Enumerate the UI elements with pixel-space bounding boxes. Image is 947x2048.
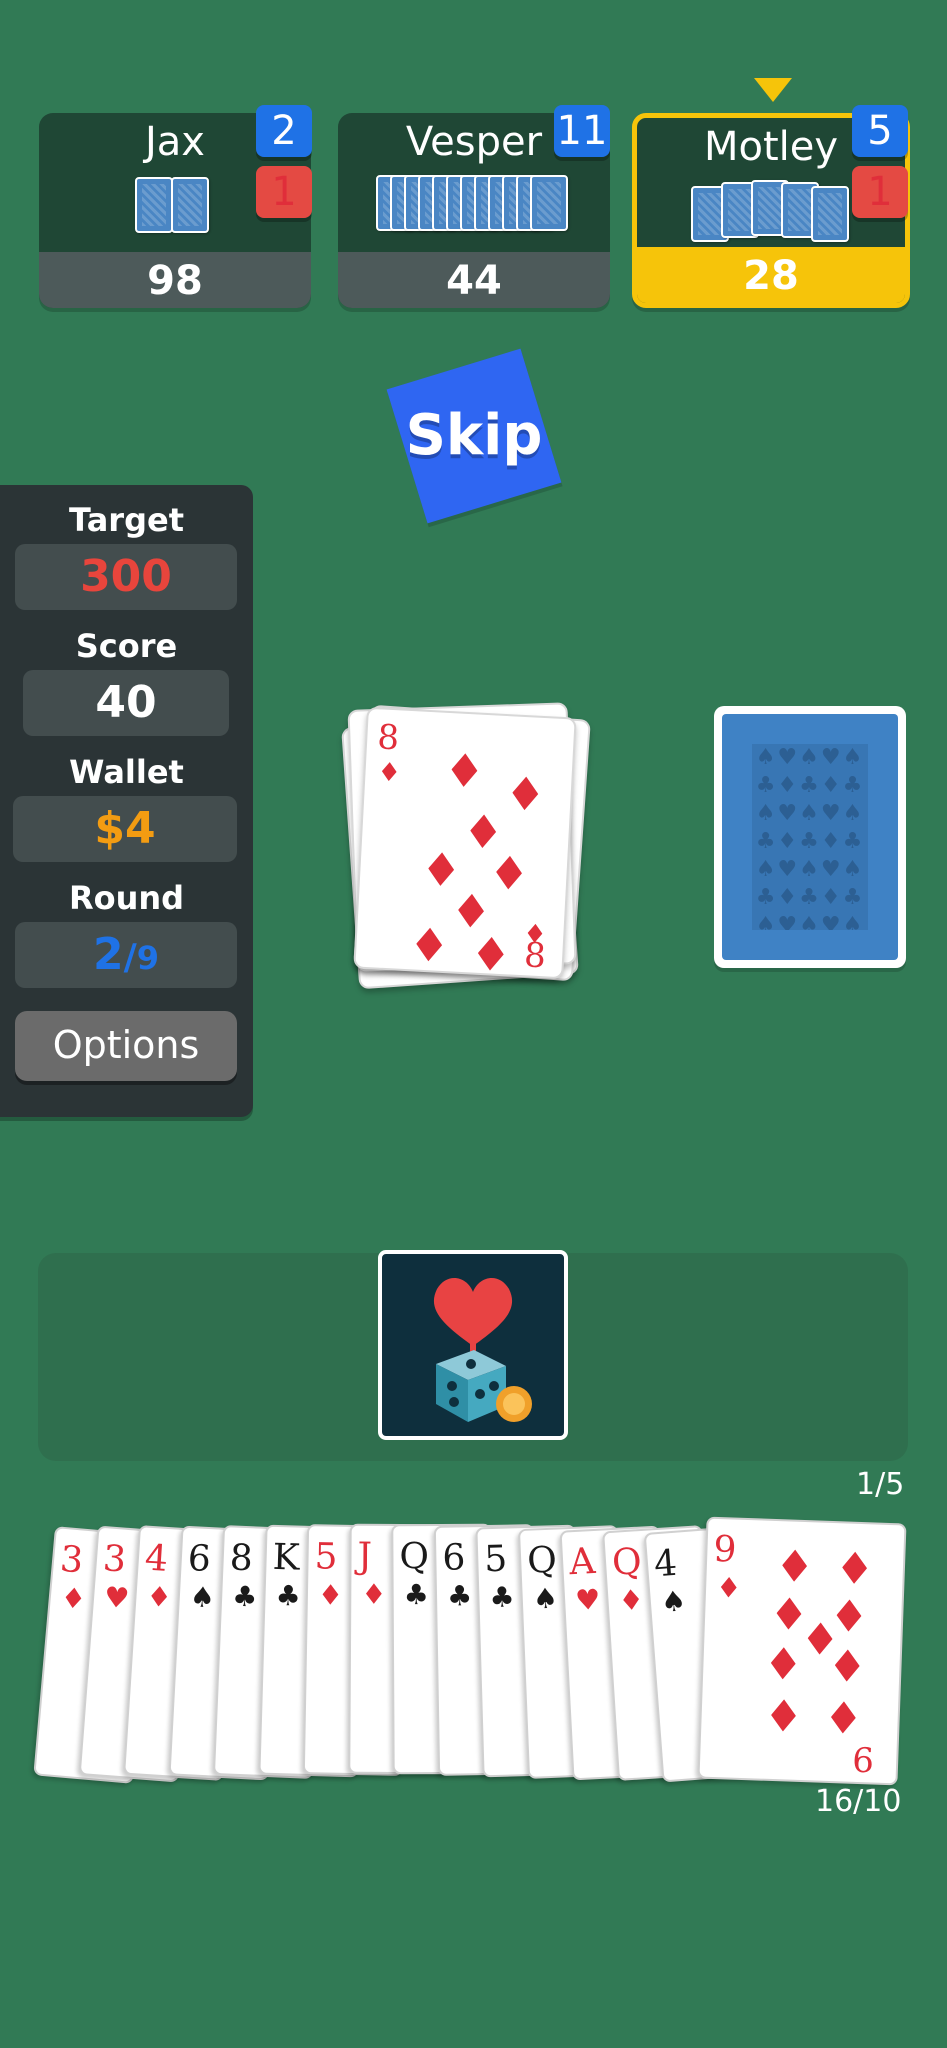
card-rank: 4 xyxy=(143,1537,170,1581)
skip-action-card: Skip xyxy=(386,348,562,524)
heart-dice-chip-icon xyxy=(433,1277,532,1422)
card-rank: 9 xyxy=(712,1528,738,1571)
opponent-card-count-badge: 5 xyxy=(852,105,908,157)
club-icon: ♣ xyxy=(488,1580,516,1615)
card-back-pattern-icon: ♠♥♠♥♠ ♣♦♣♦♣ ♠♥♠♥♠ ♣♦♣♦♣ ♠♥♠♥♠ ♣♦♣♦♣ ♠♥♠♥♠ xyxy=(752,744,868,930)
diamond-icon: ♦ xyxy=(317,1578,344,1612)
diamond-icon: ♦ xyxy=(503,766,548,823)
card-rank: J xyxy=(356,1536,372,1578)
card-rank: Q xyxy=(610,1541,643,1585)
diamond-icon: ♦ xyxy=(442,742,487,799)
opponent-penalty-badge: 1 xyxy=(852,166,908,218)
target-value: 300 xyxy=(15,544,237,610)
diamond-icon: ♦ xyxy=(826,1640,868,1694)
round-value: 2/9 xyxy=(15,922,237,988)
card-rank: Q xyxy=(399,1536,430,1578)
options-button[interactable]: Options xyxy=(15,1011,237,1081)
hand-card[interactable]: 9 ♦ ♦ ♦ ♦ ♦ ♦ ♦ ♦ ♦ ♦ 9 xyxy=(697,1516,907,1786)
active-turn-arrow-icon xyxy=(754,78,792,102)
hand-counter: 16/10 xyxy=(815,1784,902,1819)
club-icon: ♣ xyxy=(274,1578,301,1613)
card-rank-bottom: 9 xyxy=(851,1737,875,1779)
spade-icon: ♠ xyxy=(531,1581,559,1616)
wallet-value: $4 xyxy=(13,796,237,862)
opponent-hand-cards xyxy=(338,175,610,239)
round-label: Round xyxy=(68,879,185,917)
spade-icon: ♠ xyxy=(188,1579,216,1614)
card-rank: A xyxy=(568,1540,597,1583)
opponent-score: 44 xyxy=(338,252,610,308)
opponent-card-count-badge: 11 xyxy=(554,105,610,157)
diamond-icon: ♦ xyxy=(487,845,532,902)
round-separator: / xyxy=(123,937,137,978)
card-rank: 5 xyxy=(483,1538,508,1581)
skip-label: Skip xyxy=(405,403,543,468)
joker-counter: 1/5 xyxy=(856,1467,905,1502)
card-back: ♠♥♠♥♠ ♣♦♣♦♣ ♠♥♠♥♠ ♣♦♣♦♣ ♠♥♠♥♠ ♣♦♣♦♣ ♠♥♠♥♠ xyxy=(722,714,898,960)
round-total: 9 xyxy=(136,939,160,977)
card-rank: 3 xyxy=(58,1538,85,1582)
score-label: Score xyxy=(75,627,178,665)
card-rank: 3 xyxy=(101,1538,127,1581)
diamond-icon: ♦ xyxy=(59,1580,88,1617)
heart-icon: ♥ xyxy=(574,1582,602,1617)
club-icon: ♣ xyxy=(403,1578,429,1612)
card-rank: 8 xyxy=(228,1537,254,1580)
opponent-score: 98 xyxy=(39,252,311,308)
diamond-icon: ♦ xyxy=(145,1580,173,1615)
card-back-icon xyxy=(811,186,849,242)
opponent-card-count-badge: 2 xyxy=(256,105,312,157)
card-back-icon xyxy=(530,175,568,231)
wallet-label: Wallet xyxy=(69,753,184,791)
diamond-icon: ♦ xyxy=(468,926,513,983)
heart-icon: ♥ xyxy=(102,1580,131,1616)
diamond-icon: ♦ xyxy=(762,1690,805,1744)
joker-card[interactable] xyxy=(378,1250,568,1440)
opponent-penalty-badge: 1 xyxy=(256,166,312,218)
score-value: 40 xyxy=(23,670,229,736)
round-current: 2 xyxy=(92,929,124,980)
club-icon: ♣ xyxy=(446,1579,472,1613)
diamond-icon: ♦ xyxy=(617,1583,645,1618)
discard-top-card: 8 ♦ ♦ ♦ ♦ ♦ ♦ ♦ ♦ ♦ ♦ 8 xyxy=(353,706,577,983)
spade-icon: ♠ xyxy=(659,1584,688,1620)
opponent-score: 28 xyxy=(637,247,905,303)
card-rank: 6 xyxy=(441,1537,466,1579)
card-rank: K xyxy=(271,1536,300,1579)
diamond-icon: ♦ xyxy=(834,1543,876,1596)
target-label: Target xyxy=(69,501,184,539)
discard-rank: 8 xyxy=(376,717,401,759)
card-rank: 5 xyxy=(314,1536,338,1578)
draw-deck[interactable]: ♠♥♠♥♠ ♣♦♣♦♣ ♠♥♠♥♠ ♣♦♣♦♣ ♠♥♠♥♠ ♣♦♣♦♣ ♠♥♠♥♠ xyxy=(714,706,906,968)
diamond-icon: ♦ xyxy=(762,1638,804,1692)
diamond-icon: ♦ xyxy=(376,757,402,789)
card-rank: 6 xyxy=(186,1537,212,1580)
discard-rank-bottom: 8 xyxy=(523,935,547,977)
diamond-icon: ♦ xyxy=(360,1578,387,1612)
diamond-icon: ♦ xyxy=(715,1570,742,1605)
diamond-icon: ♦ xyxy=(774,1541,816,1594)
card-back-icon xyxy=(171,177,209,233)
diamond-icon: ♦ xyxy=(407,917,452,974)
club-icon: ♣ xyxy=(231,1579,259,1614)
card-rank: Q xyxy=(525,1539,558,1582)
card-rank: 4 xyxy=(652,1542,679,1586)
card-back-icon xyxy=(135,177,173,233)
